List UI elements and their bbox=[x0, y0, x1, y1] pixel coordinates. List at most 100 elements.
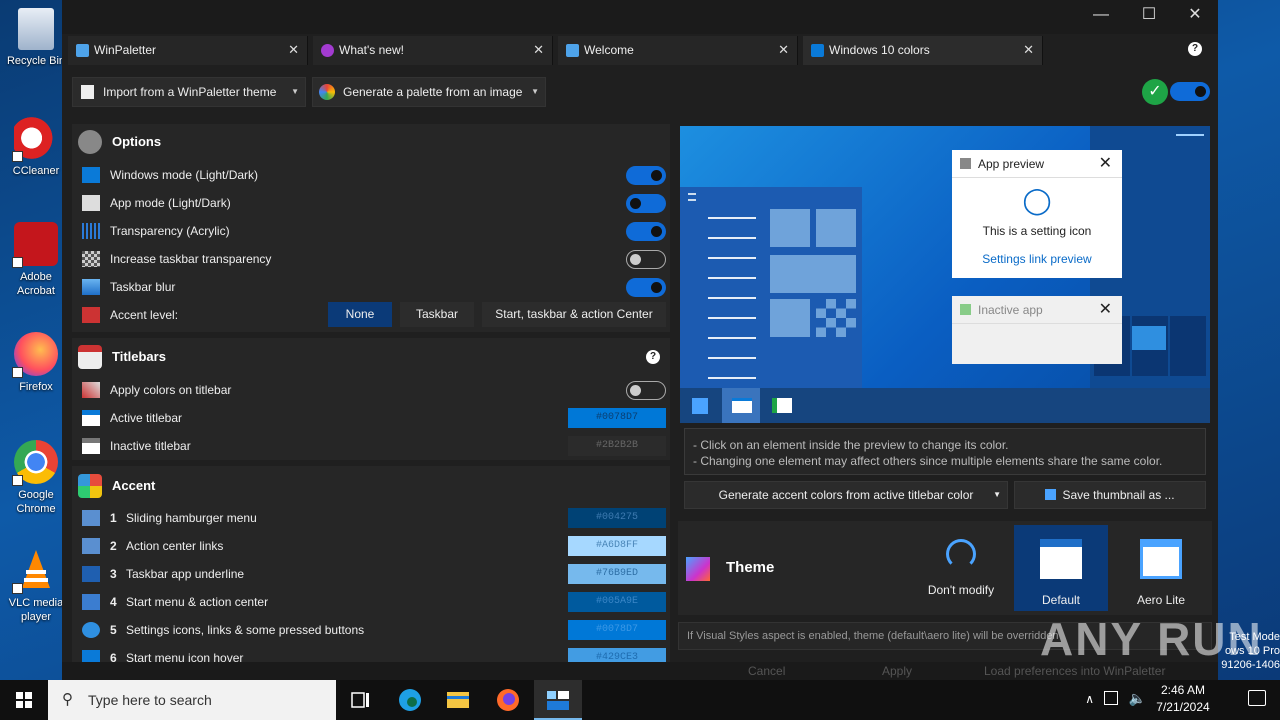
firefox-icon bbox=[12, 332, 58, 378]
chevron-down-icon[interactable]: ▼ bbox=[291, 78, 299, 106]
whats-new-icon bbox=[321, 44, 334, 57]
blur-icon bbox=[82, 279, 100, 295]
help-icon[interactable]: ? bbox=[1188, 42, 1202, 56]
taskbar-blur-toggle[interactable] bbox=[626, 278, 666, 297]
accent-color-swatch[interactable]: #0078D7 bbox=[568, 620, 666, 640]
desktop-icon-chrome[interactable]: Google Chrome bbox=[4, 440, 68, 516]
windows-preview[interactable]: App preview ✕ ◯ This is a setting icon S… bbox=[680, 126, 1210, 423]
accent-color-swatch[interactable]: #005A9E bbox=[568, 592, 666, 612]
option-row-accent-level: Accent level: None Taskbar Start, taskba… bbox=[82, 301, 666, 329]
apply-titlebar-toggle[interactable] bbox=[626, 381, 666, 400]
tab-whats-new[interactable]: What's new! ✕ bbox=[313, 36, 553, 65]
taskbar-transparency-toggle[interactable] bbox=[626, 250, 666, 269]
preview-taskbar[interactable] bbox=[680, 388, 1210, 423]
preview-hints: - Click on an element inside the preview… bbox=[684, 428, 1206, 475]
task-view-button[interactable] bbox=[336, 680, 384, 720]
titlebar-icon bbox=[78, 345, 102, 369]
tab-winpaletter[interactable]: WinPaletter ✕ bbox=[68, 36, 308, 65]
option-row-windows-mode: Windows mode (Light/Dark) bbox=[82, 161, 666, 189]
tab-strip: WinPaletter ✕ What's new! ✕ Welcome ✕ Wi… bbox=[68, 36, 1208, 66]
tab-welcome[interactable]: Welcome ✕ bbox=[558, 36, 798, 65]
close-tab-icon[interactable]: ✕ bbox=[1023, 36, 1034, 64]
firefox-taskbar-icon[interactable] bbox=[484, 680, 532, 720]
help-icon[interactable]: ? bbox=[646, 350, 660, 364]
palette-setting-icon: ◯ bbox=[1022, 185, 1052, 215]
desktop-icon-ccleaner[interactable]: CCleaner bbox=[4, 116, 68, 178]
default-theme-icon bbox=[1040, 539, 1082, 579]
accent-color-swatch[interactable]: #429CE3 bbox=[568, 648, 666, 662]
option-label: Increase taskbar transparency bbox=[110, 252, 272, 266]
theme-option-aero-lite[interactable]: Aero Lite bbox=[1114, 525, 1208, 611]
winpaletter-taskbar-icon[interactable] bbox=[534, 680, 582, 720]
cancel-button[interactable]: Cancel bbox=[748, 664, 785, 678]
close-tab-icon[interactable]: ✕ bbox=[778, 36, 789, 64]
desktop-icon-vlc[interactable]: VLC media player bbox=[4, 548, 68, 624]
accent-level-none[interactable]: None bbox=[328, 302, 392, 327]
close-tab-icon[interactable]: ✕ bbox=[288, 36, 299, 64]
settings-gear-icon bbox=[82, 622, 100, 638]
accent-level-taskbar[interactable]: Taskbar bbox=[400, 302, 474, 327]
chevron-up-icon[interactable]: ∧ bbox=[1085, 692, 1094, 706]
taskbar-search[interactable]: ⚲ Type here to search bbox=[48, 680, 336, 720]
minimize-button[interactable]: — bbox=[1078, 0, 1124, 32]
accent-color-swatch[interactable]: #76B9ED bbox=[568, 564, 666, 584]
generate-accent-button[interactable]: Generate accent colors from active title… bbox=[684, 481, 1008, 509]
start-button[interactable] bbox=[0, 680, 48, 720]
close-button[interactable]: ✕ bbox=[1172, 0, 1218, 32]
load-preferences-button[interactable]: Load preferences into WinPaletter bbox=[984, 664, 1165, 678]
save-thumbnail-button[interactable]: Save thumbnail as ... bbox=[1014, 481, 1206, 509]
notification-icon[interactable] bbox=[1248, 690, 1266, 706]
windows-logo-icon bbox=[811, 44, 824, 57]
theme-option-dont-modify[interactable]: Don't modify bbox=[914, 525, 1008, 611]
check-icon[interactable]: ✓ bbox=[1142, 79, 1168, 105]
accent-color-swatch[interactable]: #004275 bbox=[568, 508, 666, 528]
accent-level-start-taskbar-action[interactable]: Start, taskbar & action Center bbox=[482, 302, 666, 327]
close-tab-icon[interactable]: ✕ bbox=[533, 36, 544, 64]
preview-settings-link[interactable]: Settings link preview bbox=[952, 252, 1122, 266]
desktop-icon-recycle-bin[interactable]: Recycle Bin bbox=[4, 8, 68, 68]
windows-logo-icon bbox=[82, 650, 100, 662]
active-window-icon bbox=[82, 410, 100, 426]
winpaletter-window: — ☐ ✕ WinPaletter ✕ What's new! ✕ Welcom… bbox=[62, 0, 1218, 680]
winpaletter-icon bbox=[76, 44, 89, 57]
preview-start-menu[interactable] bbox=[680, 187, 862, 388]
enable-toggle[interactable] bbox=[1170, 82, 1210, 101]
inactive-window-icon bbox=[82, 438, 100, 454]
accent-color-swatch[interactable]: #A6D8FF bbox=[568, 536, 666, 556]
theme-option-default[interactable]: Default bbox=[1014, 525, 1108, 611]
edge-icon[interactable] bbox=[386, 680, 434, 720]
app-mode-toggle[interactable] bbox=[626, 194, 666, 213]
generate-palette-button[interactable]: Generate a palette from an image ▼ bbox=[312, 77, 546, 107]
chevron-down-icon[interactable]: ▼ bbox=[531, 78, 539, 106]
chevron-down-icon[interactable]: ▼ bbox=[993, 482, 1001, 508]
network-icon[interactable] bbox=[1104, 691, 1118, 705]
import-theme-button[interactable]: Import from a WinPaletter theme ▼ bbox=[72, 77, 306, 107]
close-icon[interactable]: ✕ bbox=[1099, 150, 1112, 178]
clock[interactable]: 2:46 AM 7/21/2024 bbox=[1138, 682, 1228, 716]
preview-inactive-title: Inactive app bbox=[978, 303, 1043, 317]
import-theme-label: Import from a WinPaletter theme bbox=[103, 85, 277, 99]
transparency-icon bbox=[82, 223, 100, 239]
maximize-button[interactable]: ☐ bbox=[1126, 0, 1172, 32]
file-explorer-icon[interactable] bbox=[434, 680, 482, 720]
active-titlebar-color[interactable]: #0078D7 bbox=[568, 408, 666, 428]
desktop-icon-firefox[interactable]: Firefox bbox=[4, 332, 68, 394]
hint-line-1: - Click on an element inside the preview… bbox=[693, 438, 1009, 452]
inactive-titlebar-color[interactable]: #2B2B2B bbox=[568, 436, 666, 456]
close-icon[interactable]: ✕ bbox=[1099, 296, 1112, 324]
desktop-icon-adobe-acrobat[interactable]: Adobe Acrobat bbox=[4, 222, 68, 298]
apply-titlebar-row: Apply colors on titlebar bbox=[82, 376, 666, 404]
windows-logo-icon bbox=[692, 398, 708, 414]
windows-mode-toggle[interactable] bbox=[626, 166, 666, 185]
option-row-app-mode: App mode (Light/Dark) bbox=[82, 189, 666, 217]
tab-windows-10-colors[interactable]: Windows 10 colors ✕ bbox=[803, 36, 1043, 65]
preview-inactive-window[interactable]: Inactive app ✕ bbox=[952, 296, 1122, 364]
accent-label: Taskbar app underline bbox=[126, 567, 245, 581]
preview-inactive-titlebar: Inactive app ✕ bbox=[952, 296, 1122, 324]
accent-label: Sliding hamburger menu bbox=[126, 511, 257, 525]
preview-app-window[interactable]: App preview ✕ ◯ This is a setting icon S… bbox=[952, 150, 1122, 278]
transparency-toggle[interactable] bbox=[626, 222, 666, 241]
search-icon: ⚲ bbox=[62, 691, 73, 708]
accent-label: Start menu & action center bbox=[126, 595, 269, 609]
apply-button[interactable]: Apply bbox=[882, 664, 912, 678]
